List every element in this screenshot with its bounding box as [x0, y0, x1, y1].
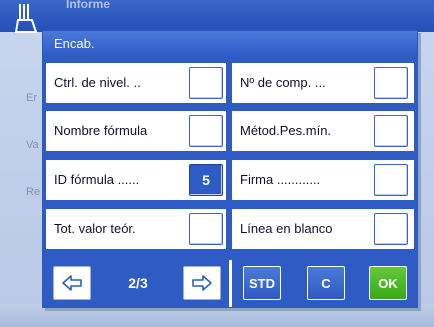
component-number-checkbox[interactable]	[374, 67, 408, 99]
option-component-number[interactable]: Nº de comp. ...	[232, 63, 414, 103]
ok-button[interactable]: OK	[369, 266, 407, 300]
option-formula-id[interactable]: ID fórmula ...... 5	[46, 160, 226, 200]
formula-id-value-box[interactable]: 5	[189, 164, 223, 196]
dialog-title: Encab.	[43, 31, 417, 57]
level-control-checkbox[interactable]	[189, 67, 223, 99]
next-page-button[interactable]	[183, 266, 221, 300]
option-label: Nombre fórmula	[54, 123, 148, 138]
right-arrow-icon	[192, 275, 212, 291]
option-label: Métod.Pes.mín.	[240, 123, 332, 138]
dialog-body: Ctrl. de nivel. .. Nombre fórmula ID fór…	[43, 57, 417, 260]
option-label: Línea en blanco	[240, 221, 333, 236]
signature-checkbox[interactable]	[374, 164, 408, 196]
min-weighing-method-checkbox[interactable]	[374, 115, 408, 147]
previous-page-button[interactable]	[53, 266, 91, 300]
formula-name-checkbox[interactable]	[189, 115, 223, 147]
option-total-target-value[interactable]: Tot. valor teór.	[46, 209, 226, 249]
left-arrow-icon	[62, 275, 82, 291]
option-label: ID fórmula ......	[54, 172, 140, 187]
header-settings-dialog: Encab. Ctrl. de nivel. .. Nombre fórmula…	[42, 30, 418, 308]
background-header: Informe	[0, 0, 434, 33]
background-row-3: Re	[26, 186, 41, 198]
total-target-value-checkbox[interactable]	[189, 213, 223, 245]
cancel-button[interactable]: C	[307, 266, 345, 300]
option-label: Tot. valor teór.	[54, 221, 136, 236]
std-button[interactable]: STD	[243, 266, 281, 300]
balance-logo-icon	[14, 4, 38, 33]
blank-line-checkbox[interactable]	[374, 213, 408, 245]
background-row-1: Er	[26, 92, 37, 104]
option-min-weighing-method[interactable]: Métod.Pes.mín.	[232, 111, 414, 151]
option-label: Firma ............	[240, 172, 321, 187]
option-formula-name[interactable]: Nombre fórmula	[46, 111, 226, 151]
footer-divider	[229, 260, 232, 307]
option-label: Nº de comp. ...	[240, 75, 326, 90]
option-blank-line[interactable]: Línea en blanco	[232, 209, 414, 249]
dialog-footer: 2/3 STD C OK	[43, 260, 417, 307]
background-app-title: Informe	[66, 0, 111, 11]
page-indicator: 2/3	[128, 275, 148, 291]
option-label: Ctrl. de nivel. ..	[54, 75, 141, 90]
option-level-control[interactable]: Ctrl. de nivel. ..	[46, 63, 226, 103]
background-row-2: Va	[26, 139, 39, 151]
option-signature[interactable]: Firma ............	[232, 160, 414, 200]
